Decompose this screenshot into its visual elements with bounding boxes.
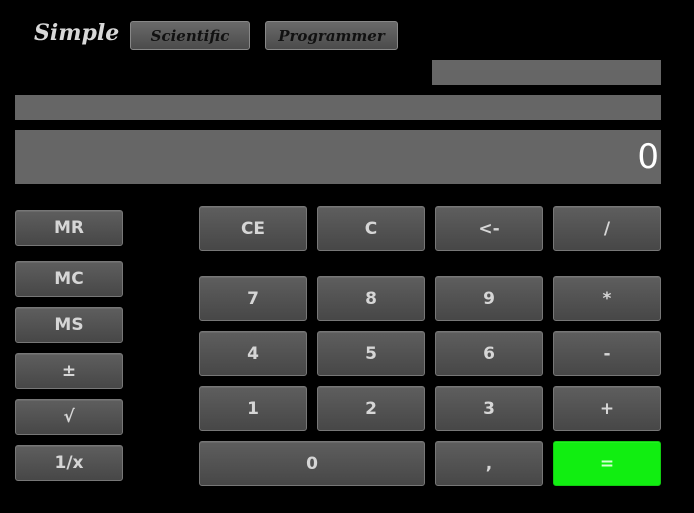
digit-3-button[interactable]: 3 bbox=[435, 386, 543, 431]
expression-display-bar bbox=[15, 95, 661, 120]
backspace-button[interactable]: <- bbox=[435, 206, 543, 251]
memory-store-button[interactable]: MS bbox=[15, 307, 123, 343]
multiply-button[interactable]: * bbox=[553, 276, 661, 321]
clear-button[interactable]: C bbox=[317, 206, 425, 251]
divide-button[interactable]: / bbox=[553, 206, 661, 251]
digit-8-button[interactable]: 8 bbox=[317, 276, 425, 321]
main-display: 0 bbox=[15, 130, 661, 184]
digit-6-button[interactable]: 6 bbox=[435, 331, 543, 376]
memory-display-bar bbox=[432, 60, 661, 85]
square-root-button[interactable]: √ bbox=[15, 399, 123, 435]
minus-button[interactable]: - bbox=[553, 331, 661, 376]
clear-entry-button[interactable]: CE bbox=[199, 206, 307, 251]
negate-button[interactable]: ± bbox=[15, 353, 123, 389]
digit-7-button[interactable]: 7 bbox=[199, 276, 307, 321]
digit-1-button[interactable]: 1 bbox=[199, 386, 307, 431]
memory-recall-button[interactable]: MR bbox=[15, 210, 123, 246]
digit-4-button[interactable]: 4 bbox=[199, 331, 307, 376]
digit-2-button[interactable]: 2 bbox=[317, 386, 425, 431]
plus-button[interactable]: + bbox=[553, 386, 661, 431]
scientific-mode-button[interactable]: Scientific bbox=[130, 21, 250, 50]
display-value: 0 bbox=[637, 137, 659, 177]
mode-label-simple: Simple bbox=[34, 20, 120, 46]
digit-0-button[interactable]: 0 bbox=[199, 441, 425, 486]
reciprocal-button[interactable]: 1/x bbox=[15, 445, 123, 481]
decimal-separator-button[interactable]: , bbox=[435, 441, 543, 486]
digit-5-button[interactable]: 5 bbox=[317, 331, 425, 376]
digit-9-button[interactable]: 9 bbox=[435, 276, 543, 321]
equals-button[interactable]: = bbox=[553, 441, 661, 486]
memory-clear-button[interactable]: MC bbox=[15, 261, 123, 297]
programmer-mode-button[interactable]: Programmer bbox=[265, 21, 398, 50]
